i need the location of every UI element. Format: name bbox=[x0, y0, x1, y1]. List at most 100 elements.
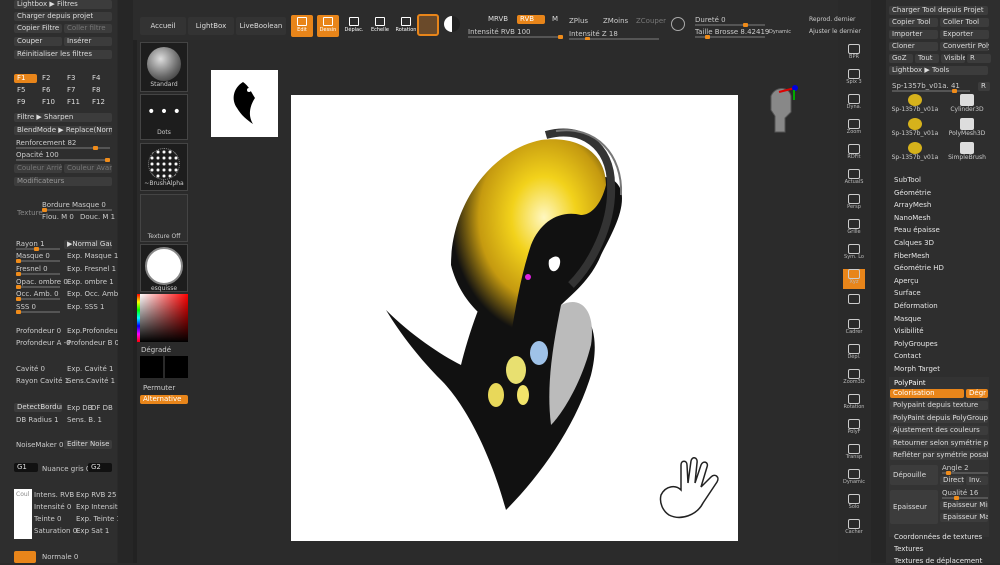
back-color-button[interactable]: Couleur Arrière bbox=[14, 164, 62, 173]
tool-dessin[interactable]: Dessin bbox=[317, 15, 339, 37]
copy-filter-button[interactable]: Copier Filtre bbox=[14, 24, 62, 33]
menu-d-formation[interactable]: Déformation bbox=[894, 302, 938, 310]
renforcement-slider[interactable] bbox=[16, 146, 110, 150]
tool-echelle[interactable]: Echelle bbox=[369, 15, 391, 37]
shelf-button-14[interactable]: Rotation bbox=[843, 394, 865, 414]
shelf-button-15[interactable]: PolyF bbox=[843, 419, 865, 439]
bottom-menu-2[interactable]: Textures de déplacement bbox=[894, 557, 982, 565]
tool-rotation[interactable]: Rotation bbox=[395, 15, 417, 37]
taille-brosse-slider[interactable] bbox=[695, 35, 765, 39]
tab-liveboolean[interactable]: LiveBoolean bbox=[236, 17, 286, 35]
tool-action-4-2[interactable]: Visible bbox=[941, 54, 965, 63]
hue-strip[interactable] bbox=[137, 294, 140, 342]
filter-slot-6[interactable]: F6 bbox=[39, 86, 62, 95]
g2-swatch[interactable]: G2 bbox=[88, 463, 112, 472]
texture-thumbnail[interactable] bbox=[211, 70, 278, 137]
g1-swatch[interactable]: G1 bbox=[14, 463, 38, 472]
modificateurs-button[interactable]: Modificateurs bbox=[14, 177, 112, 186]
rvb-button[interactable]: RVB bbox=[517, 15, 545, 24]
shelf-button-6[interactable]: Persp bbox=[843, 194, 865, 214]
alternative-button[interactable]: Alternative bbox=[140, 395, 188, 404]
shelf-button-3[interactable]: Zoom bbox=[843, 119, 865, 139]
row-slider-4[interactable] bbox=[16, 297, 60, 301]
bottom-menu-1[interactable]: Textures bbox=[894, 545, 923, 553]
tool-action-0-0[interactable]: Charger Tool depuis Projet bbox=[889, 6, 988, 15]
filter-slot-7[interactable]: F7 bbox=[64, 86, 87, 95]
material-tile[interactable]: esquisse bbox=[140, 244, 188, 292]
tool-edit[interactable]: Edit bbox=[291, 15, 313, 37]
tool-action-4-1[interactable]: Tout bbox=[915, 54, 939, 63]
directi-button[interactable]: Directi bbox=[940, 476, 964, 485]
orange-toggle[interactable] bbox=[14, 551, 36, 563]
filter-slot-8[interactable]: F8 bbox=[89, 86, 112, 95]
brush-standard-tile[interactable]: Standard bbox=[140, 42, 188, 92]
shelf-button-8[interactable]: Sym. Lo bbox=[843, 244, 865, 264]
tool-thumb-0[interactable]: Sp-1357b_v01a bbox=[890, 94, 940, 118]
shelf-button-0[interactable]: BPR bbox=[843, 44, 865, 64]
colorisation-button[interactable]: Colorisation bbox=[890, 389, 964, 398]
tool-action-5-0[interactable]: Lightbox ▶ Tools bbox=[889, 66, 988, 75]
tool-action-3-0[interactable]: Cloner bbox=[889, 42, 938, 51]
tool-action-3-1[interactable]: Convertir PolyMesh3D bbox=[940, 42, 989, 51]
zcouper-button[interactable]: ZCouper bbox=[636, 17, 666, 25]
angle-slider[interactable] bbox=[942, 471, 988, 475]
ajuster-dernier-button[interactable]: Ajuster le dernier bbox=[809, 28, 861, 36]
bottom-menu-0[interactable]: Coordonnées de textures bbox=[894, 533, 982, 541]
polypaint-item-1[interactable]: PolyPaint depuis PolyGroupes bbox=[890, 413, 988, 423]
menu-aper-u[interactable]: Aperçu bbox=[894, 277, 919, 285]
color-swatch[interactable]: Coul bbox=[14, 489, 32, 539]
qualite-slider[interactable] bbox=[942, 496, 988, 500]
intensite-rvb-slider[interactable] bbox=[468, 35, 563, 39]
shelf-button-12[interactable]: Dépl. bbox=[843, 344, 865, 364]
detect-bordure-button[interactable]: DetectBordure bbox=[14, 403, 62, 412]
filter-slot-4[interactable]: F4 bbox=[89, 74, 112, 83]
menu-masque[interactable]: Masque bbox=[894, 315, 921, 323]
menu-polygroupes[interactable]: PolyGroupes bbox=[894, 340, 938, 348]
navigation-head-gizmo[interactable] bbox=[767, 82, 799, 138]
filter-slot-10[interactable]: F10 bbox=[39, 98, 62, 107]
zmoins-button[interactable]: ZMoins bbox=[603, 17, 628, 25]
polypaint-item-2[interactable]: Ajustement des couleurs bbox=[890, 426, 988, 435]
row-right-0[interactable]: ▶Normal Gauss bbox=[64, 240, 112, 249]
cut-button[interactable]: Couper bbox=[14, 37, 62, 46]
shelf-button-17[interactable]: Dynamic bbox=[843, 469, 865, 489]
filter-slot-2[interactable]: F2 bbox=[39, 74, 62, 83]
blendmode-button[interactable]: BlendMode ▶ Replace(Normal) bbox=[14, 126, 112, 135]
menu-fibermesh[interactable]: FiberMesh bbox=[894, 252, 930, 260]
epaisseur-max-button[interactable]: Epaisseur Max bbox=[940, 513, 988, 522]
shelf-button-16[interactable]: Transp bbox=[843, 444, 865, 464]
tab-accueil[interactable]: Accueil bbox=[140, 17, 186, 35]
menu-subtool[interactable]: SubTool bbox=[894, 176, 921, 184]
shelf-button-5[interactable]: ActualS bbox=[843, 169, 865, 189]
alpha-tile[interactable]: ~BrushAlpha bbox=[140, 143, 188, 191]
tool-action-4-3[interactable]: R bbox=[967, 54, 991, 63]
menu-nanomesh[interactable]: NanoMesh bbox=[894, 214, 931, 222]
reset-filters-button[interactable]: Réinitialiser les filtres bbox=[14, 50, 112, 59]
tool-thumb-4[interactable]: Sp-1357b_v01a bbox=[890, 142, 940, 166]
color-picker[interactable] bbox=[140, 294, 188, 342]
menu-peau-paisse[interactable]: Peau épaisse bbox=[894, 226, 940, 234]
menu-g-om-trie[interactable]: Géométrie bbox=[894, 189, 931, 197]
shelf-button-4[interactable]: RDFit bbox=[843, 144, 865, 164]
tool-thumb-3[interactable]: PolyMesh3D bbox=[942, 118, 992, 142]
shelf-button-11[interactable]: Cadrer bbox=[843, 319, 865, 339]
row-slider-5[interactable] bbox=[16, 310, 60, 314]
texture-tile[interactable]: Texture Off bbox=[140, 194, 188, 242]
shelf-button-9[interactable]: Xyz bbox=[843, 269, 865, 289]
menu-calques-3d[interactable]: Calques 3D bbox=[894, 239, 934, 247]
polypaint-item-4[interactable]: Refléter par symétrie posable bbox=[890, 451, 988, 460]
durete-slider[interactable] bbox=[695, 23, 765, 27]
drawing-canvas[interactable] bbox=[291, 95, 738, 541]
color-sphere-icon[interactable] bbox=[444, 16, 460, 32]
menu-morph-target[interactable]: Morph Target bbox=[894, 365, 940, 373]
tool-action-2-0[interactable]: Importer bbox=[889, 30, 938, 39]
epaisseur-button[interactable]: Epaisseur bbox=[890, 490, 938, 524]
menu-surface[interactable]: Surface bbox=[894, 289, 921, 297]
filter-slot-5[interactable]: F5 bbox=[14, 86, 37, 95]
shelf-button-19[interactable]: Cacher bbox=[843, 519, 865, 539]
inv-button[interactable]: Inv. bbox=[966, 476, 988, 485]
main-color-swatch[interactable] bbox=[140, 356, 163, 378]
row-slider-0[interactable] bbox=[16, 247, 60, 251]
lightbox-filters-button[interactable]: Lightbox ▶ Filtres bbox=[14, 0, 112, 9]
filter-slot-3[interactable]: F3 bbox=[64, 74, 87, 83]
